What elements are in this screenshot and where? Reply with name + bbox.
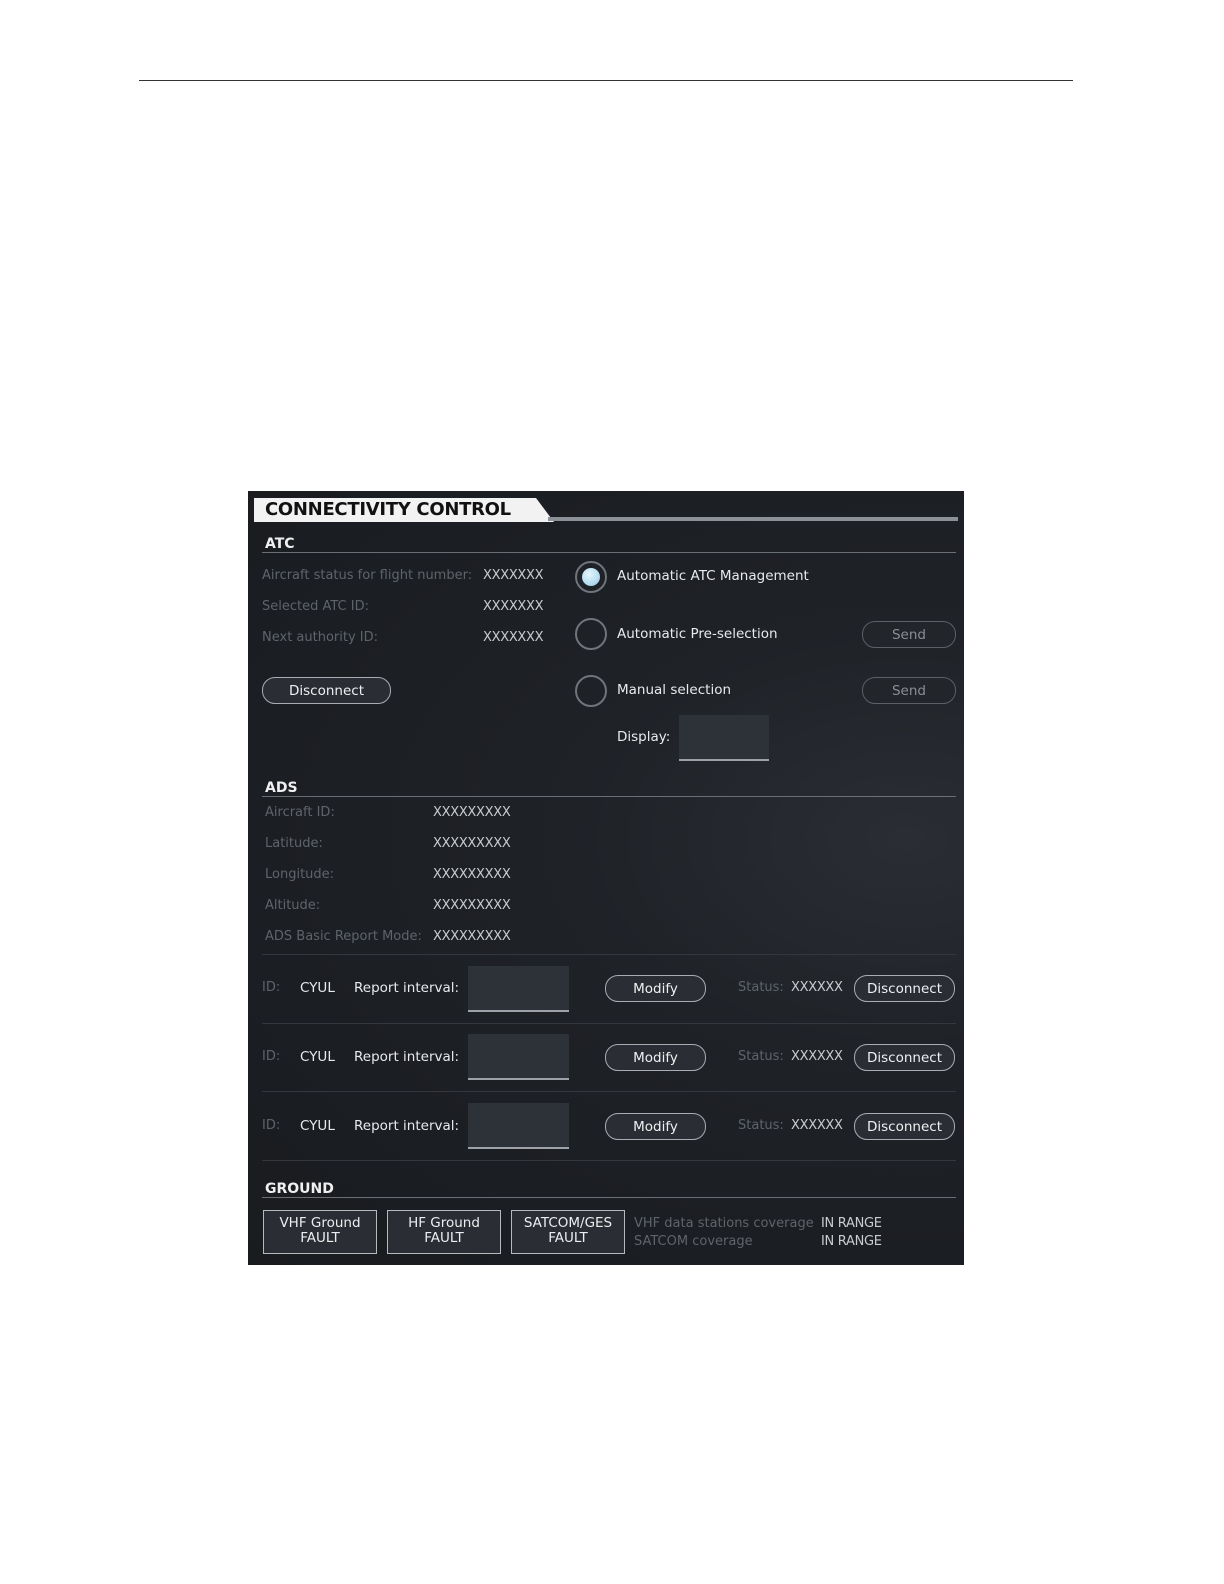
ads-label-latitude: Latitude: (265, 836, 323, 851)
vhf-ground-fault-button[interactable]: VHF Ground FAULT (263, 1210, 377, 1254)
contract-status-value: XXXXXX (791, 980, 843, 995)
fault-line1: SATCOM/GES (523, 1215, 613, 1231)
contract-status-value: XXXXXX (791, 1049, 843, 1064)
contract-row-divider (262, 1160, 956, 1161)
atc-disconnect-button[interactable]: Disconnect (262, 677, 391, 704)
ads-label-aircraft-id: Aircraft ID: (265, 805, 335, 820)
radio-manual-selection[interactable] (575, 675, 607, 707)
contract-status-value: XXXXXX (791, 1118, 843, 1133)
atc-value-next-authority-id: XXXXXXX (483, 630, 544, 645)
option-label-automatic-atc-management: Automatic ATC Management (617, 568, 809, 584)
ads-value-aircraft-id: XXXXXXXXX (433, 805, 511, 820)
contract-report-interval-label: Report interval: (354, 1049, 460, 1065)
ads-contracts-divider (262, 954, 956, 955)
contract-disconnect-button[interactable]: Disconnect (854, 1113, 955, 1140)
ads-label-basic-report-mode: ADS Basic Report Mode: (265, 929, 422, 944)
contract-modify-button[interactable]: Modify (605, 975, 706, 1002)
fault-line1: HF Ground (408, 1215, 480, 1231)
ads-value-basic-report-mode: XXXXXXXXX (433, 929, 511, 944)
ground-heading: GROUND (265, 1181, 334, 1197)
contract-report-interval-label: Report interval: (354, 1118, 460, 1134)
panel-title: CONNECTIVITY CONTROL (265, 499, 511, 520)
contract-id: CYUL (300, 1118, 335, 1134)
ads-value-altitude: XXXXXXXXX (433, 898, 511, 913)
option-label-manual-selection: Manual selection (617, 682, 732, 698)
atc-label-selected-atc-id: Selected ATC ID: (262, 599, 369, 614)
ads-label-longitude: Longitude: (265, 867, 335, 882)
display-label: Display: (617, 729, 671, 745)
contract-id: CYUL (300, 980, 335, 996)
page-header-rule (139, 80, 1073, 81)
satcom-ges-fault-button[interactable]: SATCOM/GES FAULT (511, 1210, 625, 1254)
contract-disconnect-button[interactable]: Disconnect (854, 975, 955, 1002)
contract-report-interval-input[interactable] (468, 1034, 569, 1080)
fault-line2: FAULT (300, 1230, 340, 1246)
contract-id-label: ID: (262, 980, 281, 995)
fault-line2: FAULT (548, 1230, 588, 1246)
contract-row-divider (262, 1023, 956, 1024)
connectivity-control-panel: CONNECTIVITY CONTROL ATC Aircraft status… (248, 491, 964, 1265)
contract-id-label: ID: (262, 1118, 281, 1133)
atc-value-selected-atc-id: XXXXXXX (483, 599, 544, 614)
atc-heading: ATC (265, 536, 295, 552)
coverage-label-vhf: VHF data stations coverage (634, 1216, 814, 1231)
fault-line2: FAULT (424, 1230, 464, 1246)
fault-line1: VHF Ground (279, 1215, 361, 1231)
contract-status-label: Status: (738, 1049, 784, 1064)
atc-divider (262, 552, 956, 553)
contract-report-interval-input[interactable] (468, 966, 569, 1012)
contract-disconnect-button[interactable]: Disconnect (854, 1044, 955, 1071)
atc-value-aircraft-status: XXXXXXX (483, 568, 544, 583)
ads-value-latitude: XXXXXXXXX (433, 836, 511, 851)
contract-modify-button[interactable]: Modify (605, 1113, 706, 1140)
hf-ground-fault-button[interactable]: HF Ground FAULT (387, 1210, 501, 1254)
contract-status-label: Status: (738, 980, 784, 995)
option-label-automatic-pre-selection: Automatic Pre-selection (617, 626, 778, 642)
ground-divider (262, 1197, 956, 1198)
atc-label-aircraft-status: Aircraft status for flight number: (262, 568, 473, 583)
send-button-manual-selection[interactable]: Send (862, 677, 956, 704)
atc-label-next-authority-id: Next authority ID: (262, 630, 379, 645)
coverage-value-vhf: IN RANGE (821, 1216, 882, 1231)
contract-report-interval-label: Report interval: (354, 980, 460, 996)
ads-value-longitude: XXXXXXXXX (433, 867, 511, 882)
contract-modify-button[interactable]: Modify (605, 1044, 706, 1071)
radio-automatic-pre-selection[interactable] (575, 618, 607, 650)
ads-label-altitude: Altitude: (265, 898, 321, 913)
contract-status-label: Status: (738, 1118, 784, 1133)
display-input[interactable] (679, 715, 769, 761)
contract-report-interval-input[interactable] (468, 1103, 569, 1149)
coverage-value-satcom: IN RANGE (821, 1234, 882, 1249)
send-button-pre-selection[interactable]: Send (862, 621, 956, 648)
panel-title-bar (548, 517, 958, 521)
contract-id-label: ID: (262, 1049, 281, 1064)
ads-heading: ADS (265, 780, 298, 796)
ads-divider (262, 796, 956, 797)
radio-automatic-atc-management[interactable] (575, 561, 607, 593)
coverage-label-satcom: SATCOM coverage (634, 1234, 753, 1249)
contract-row-divider (262, 1091, 956, 1092)
contract-id: CYUL (300, 1049, 335, 1065)
